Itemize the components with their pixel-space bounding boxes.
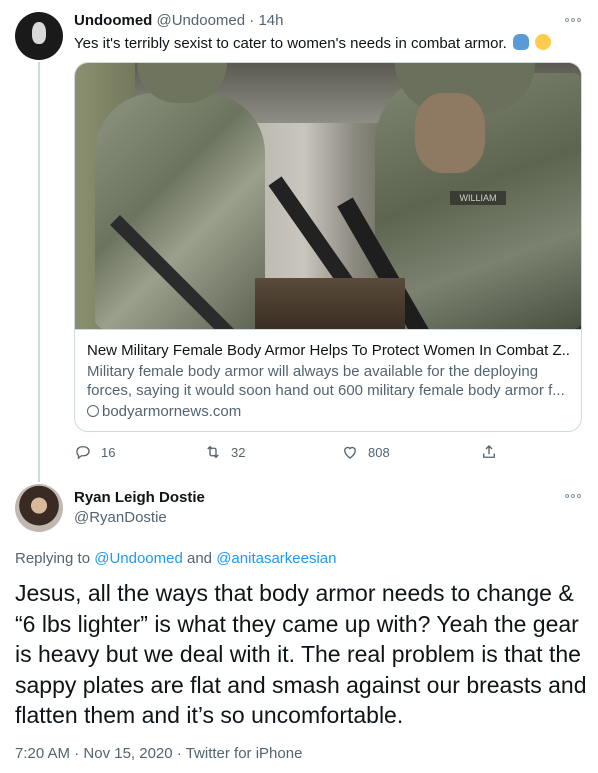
- tweet1-text-content: Yes it's terribly sexist to cater to wom…: [74, 35, 507, 52]
- thread-connector-line: [38, 62, 40, 482]
- upside-down-face-emoji-icon: [535, 34, 552, 50]
- tweet2-text-line: is heavy but we deal with it. The real p…: [15, 641, 581, 667]
- heart-icon: [344, 446, 356, 459]
- replying-to-label: Replying to: [15, 550, 91, 567]
- meta-separator: ·: [176, 745, 182, 762]
- retweet-icon: [207, 445, 219, 459]
- like-count: 808: [368, 444, 390, 460]
- tweet1-header: Undoomed @Undoomed · 14h: [74, 12, 283, 30]
- avatar-undoomed[interactable]: [15, 12, 63, 60]
- like-button[interactable]: 808: [341, 443, 390, 461]
- person-facepalming-emoji-icon: [513, 34, 530, 50]
- link-icon: [84, 402, 102, 420]
- tweet1-text: Yes it's terribly sexist to cater to wom…: [74, 34, 552, 53]
- tweet2-date[interactable]: Nov 15, 2020: [83, 745, 172, 762]
- card-domain: bodyarmornews.com: [84, 402, 571, 421]
- retweet-button[interactable]: 32: [204, 443, 245, 461]
- card-description: Military female body armor will always b…: [87, 362, 571, 400]
- tweet2-author-handle[interactable]: @RyanDostie: [74, 509, 167, 527]
- avatar-ryanleighdostie[interactable]: [15, 484, 63, 532]
- reply-mention-undoomed[interactable]: @Undoomed: [94, 550, 183, 567]
- card-domain-text: bodyarmornews.com: [102, 403, 242, 420]
- tweet2-time[interactable]: 7:20 AM: [15, 745, 70, 762]
- tweet2-text-line: flatten them and it’s so uncomfortable.: [15, 702, 404, 728]
- reply-count: 16: [101, 444, 116, 460]
- share-button[interactable]: [480, 443, 498, 461]
- link-preview-card[interactable]: WILLIAM New Military Female Body Armor H…: [74, 62, 582, 432]
- card-image-soldiers: WILLIAM: [75, 63, 581, 329]
- tweet1-more-options-icon[interactable]: [565, 16, 583, 24]
- card-image-nametag: WILLIAM: [450, 191, 506, 205]
- tweet2-text-line: Jesus, all the ways that body armor need…: [15, 580, 574, 606]
- tweet2-more-options-icon[interactable]: [565, 492, 583, 500]
- reply-mention-anitasarkeesian[interactable]: @anitasarkeesian: [216, 550, 336, 567]
- tweet1-timestamp[interactable]: 14h: [258, 12, 283, 29]
- tweet2-author-name[interactable]: Ryan Leigh Dostie: [74, 489, 205, 507]
- card-description-line: Military female body armor will always b…: [87, 363, 539, 380]
- tweet2-source[interactable]: Twitter for iPhone: [186, 745, 303, 762]
- tweet1-separator: ·: [249, 12, 255, 29]
- tweet2-text-line: “6 lbs lighter” is what they came up wit…: [15, 610, 579, 637]
- reply-button[interactable]: 16: [74, 443, 115, 461]
- card-title: New Military Female Body Armor Helps To …: [87, 342, 571, 359]
- tweet1-action-bar: 16 32 808: [74, 443, 514, 463]
- card-text-area: New Military Female Body Armor Helps To …: [75, 329, 581, 421]
- retweet-count: 32: [231, 444, 246, 460]
- reply-icon: [76, 446, 90, 460]
- tweet2-text-line: sappy plates are flat and smash against …: [15, 671, 587, 698]
- share-icon: [483, 445, 495, 458]
- tweet2-metadata: 7:20 AM · Nov 15, 2020 · Twitter for iPh…: [15, 745, 302, 763]
- tweet1-author-name[interactable]: Undoomed: [74, 12, 152, 29]
- replying-and-label: and: [187, 550, 213, 567]
- card-description-line: forces, saying it would soon hand out 60…: [87, 382, 565, 399]
- meta-separator: ·: [74, 745, 80, 762]
- tweet1-author-handle[interactable]: @Undoomed: [157, 12, 246, 29]
- tweet2-text: Jesus, all the ways that body armor need…: [15, 578, 590, 731]
- replying-to-line: Replying to @Undoomed and @anitasarkeesi…: [15, 550, 337, 568]
